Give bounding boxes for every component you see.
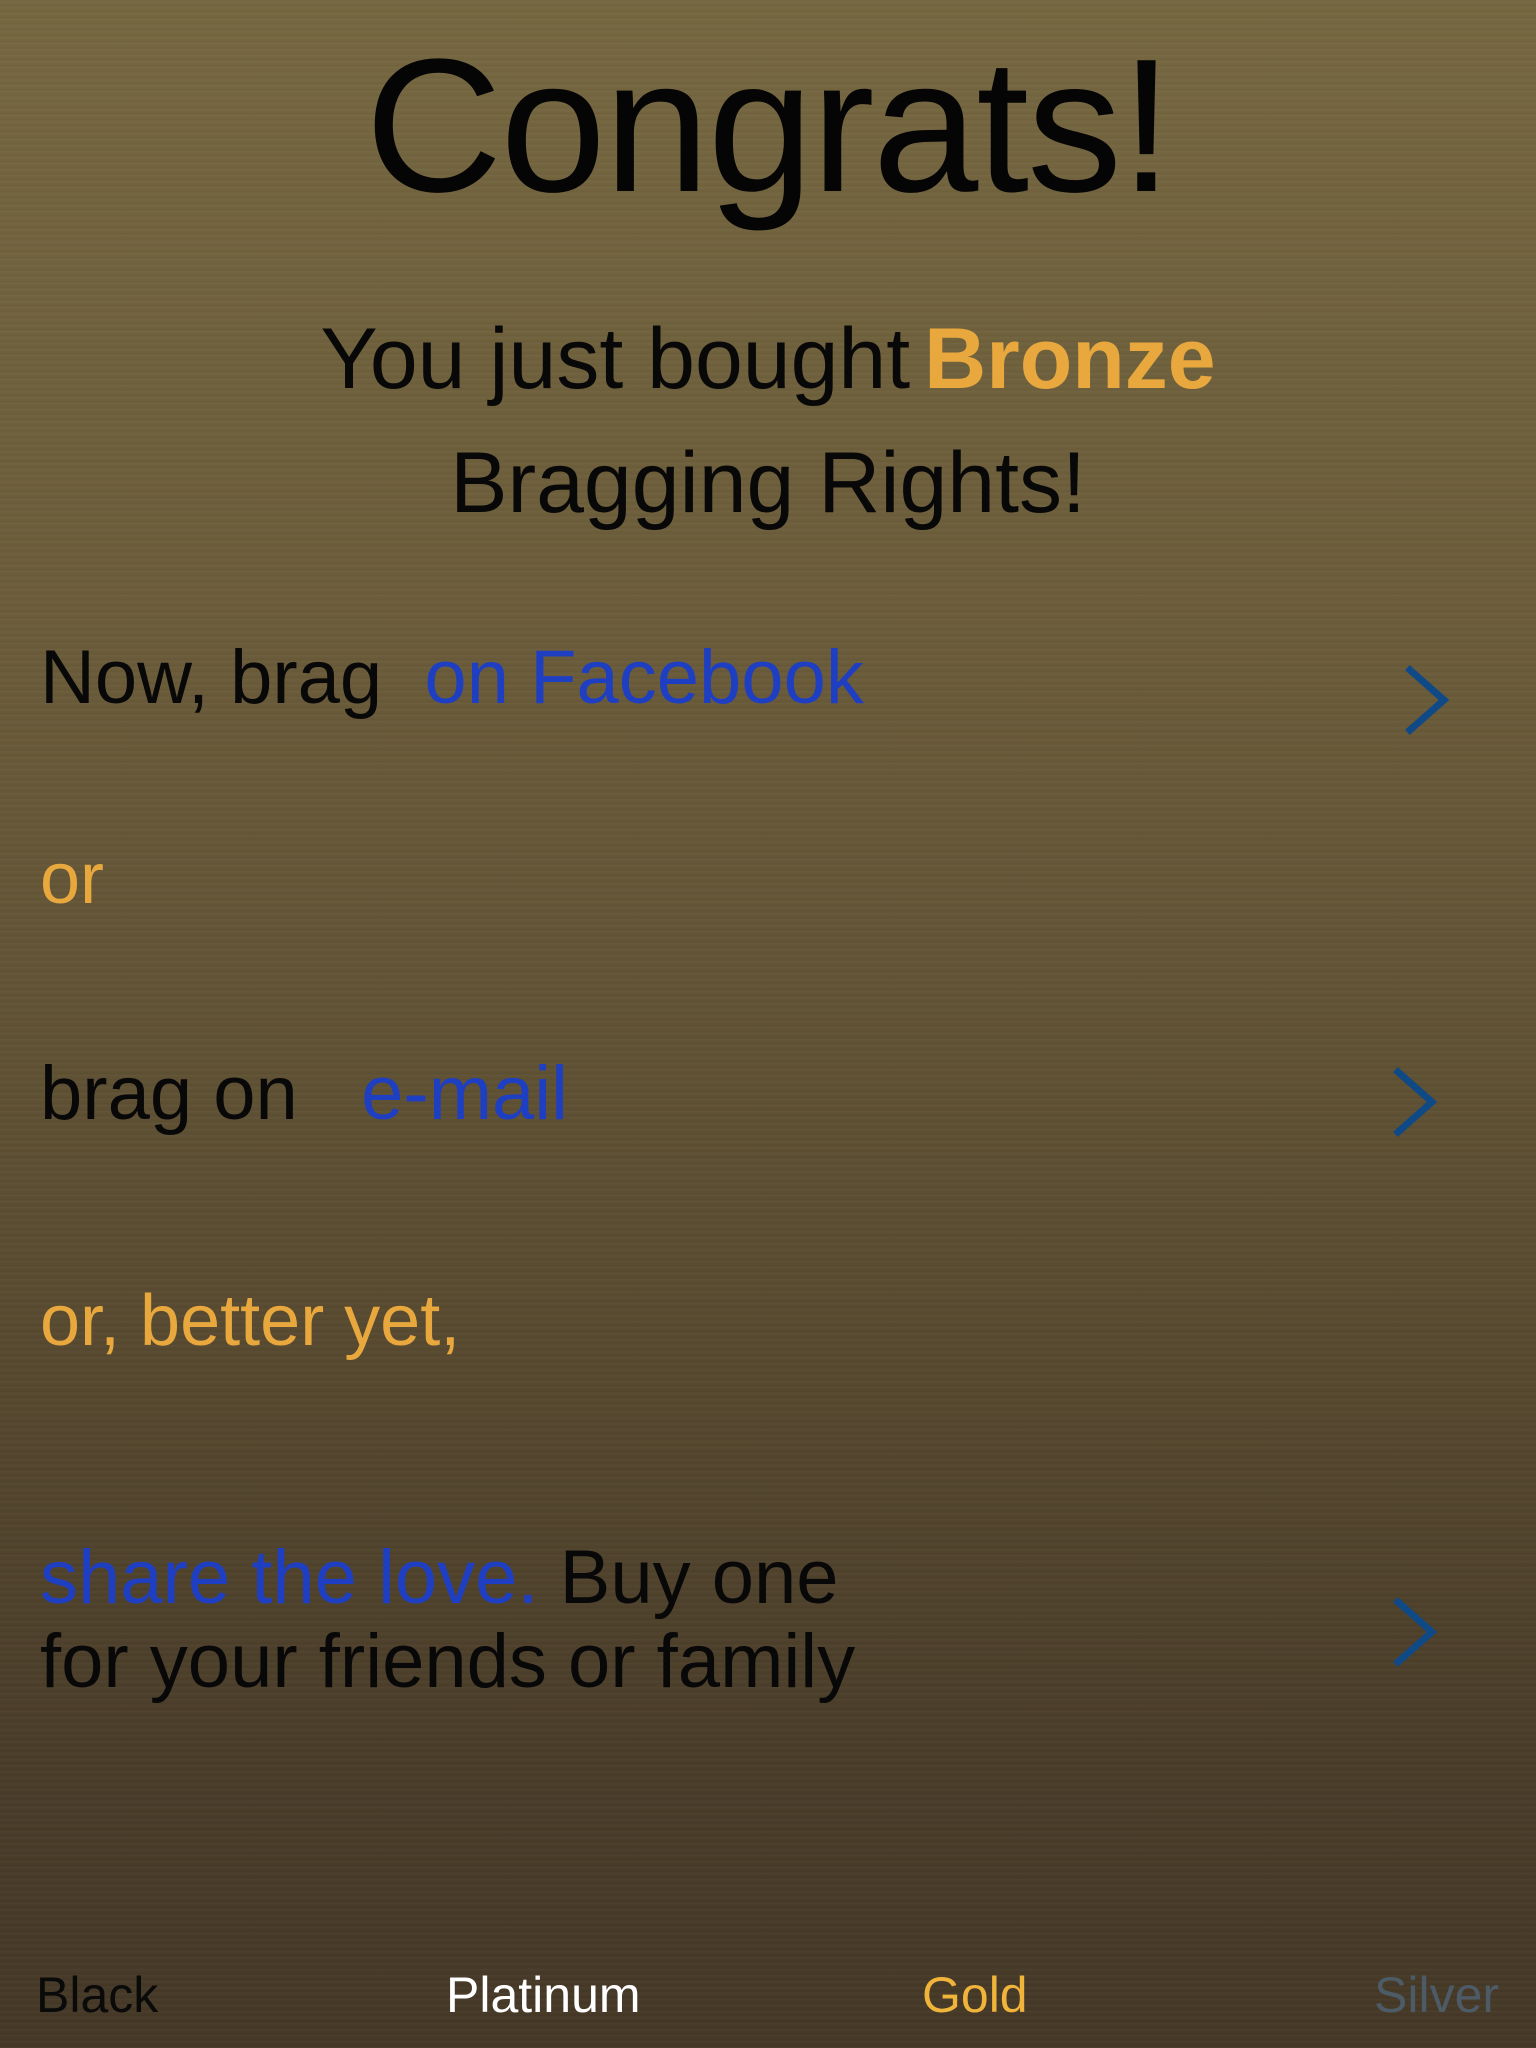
chevron-right-icon[interactable] [1398, 660, 1458, 740]
email-prefix: brag on [40, 1051, 298, 1136]
or-label: or [40, 839, 105, 919]
share-suffix: Buy one [559, 1535, 839, 1620]
tier-name: Bronze [924, 311, 1216, 407]
facebook-row-text: Now, brag on Facebook [40, 636, 864, 720]
or-better-yet-label: or, better yet, [40, 1281, 461, 1361]
facebook-link[interactable]: on Facebook [424, 635, 863, 720]
purchase-prefix: You just bought [320, 311, 911, 407]
purchase-message-line2: Bragging Rights! [450, 435, 1086, 531]
tab-black[interactable]: Black [36, 1968, 158, 2023]
tab-platinum[interactable]: Platinum [446, 1968, 641, 2023]
email-link[interactable]: e-mail [361, 1051, 568, 1136]
chevron-right-icon[interactable] [1386, 1062, 1446, 1142]
tab-gold[interactable]: Gold [922, 1968, 1028, 2023]
purchase-message: You just bought Bronze [0, 312, 1536, 407]
share-link[interactable]: share the love. [40, 1535, 539, 1620]
share-row-line2: for your friends or family [40, 1619, 856, 1704]
facebook-prefix: Now, brag [40, 635, 383, 720]
tab-silver[interactable]: Silver [1374, 1968, 1499, 2023]
share-row-line1: share the love. Buy one [40, 1536, 839, 1620]
chevron-right-icon[interactable] [1386, 1592, 1446, 1672]
page-title: Congrats! [365, 20, 1173, 232]
email-row-text: brag on e-mail [40, 1052, 568, 1136]
